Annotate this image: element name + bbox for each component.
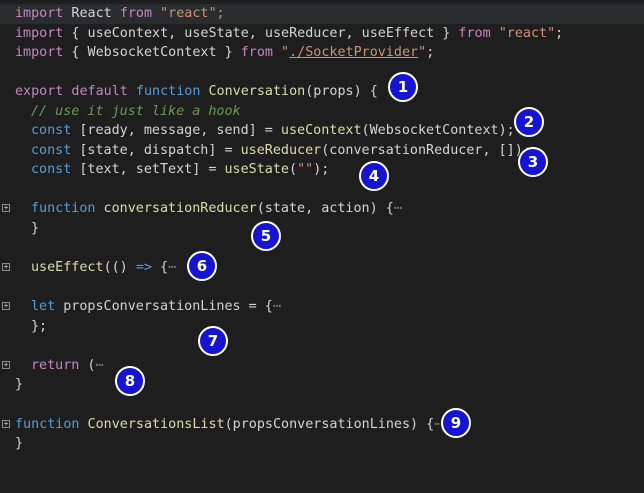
code-line-16: + let propsConversationLines = {⋯	[2, 299, 281, 314]
callout-badge-9: 9	[441, 408, 471, 438]
code-line-20: }	[15, 377, 24, 392]
callout-badge-7: 7	[198, 326, 228, 356]
fold-expand-icon[interactable]: +	[2, 262, 10, 271]
callout-badge-4: 4	[359, 161, 389, 191]
callout-badge-8: 8	[115, 366, 145, 396]
code-line-5: export default function Conversation(pro…	[15, 84, 378, 99]
callout-badge-1: 1	[388, 72, 418, 102]
callout-badge-5: 5	[251, 221, 281, 251]
code-line-17: };	[31, 318, 48, 334]
code-line-11: + function conversationReducer(state, ac…	[2, 201, 402, 216]
code-line-14: + useEffect(() => {⋯	[2, 259, 177, 275]
code-line-7: const [ready, message, send] = useContex…	[31, 123, 515, 138]
code-line-12: }	[31, 220, 40, 236]
callout-badge-6: 6	[187, 251, 217, 281]
code-line-1: import React from "react";	[0, 4, 644, 24]
fold-expand-icon[interactable]: +	[2, 419, 10, 428]
code-line-23: }	[15, 436, 24, 451]
callout-badge-2: 2	[514, 107, 544, 137]
code-line-19: + return (⋯	[2, 357, 104, 373]
fold-expand-icon[interactable]: +	[2, 360, 10, 369]
code-editor[interactable]: import React from "react"; import { useC…	[0, 0, 644, 465]
fold-expand-icon[interactable]: +	[2, 302, 10, 310]
code-line-6: // use it just like a hook	[31, 103, 241, 119]
code-line-22: + function ConversationsList(propsConver…	[2, 416, 443, 432]
callout-badge-3: 3	[518, 147, 548, 177]
code-line-3: import { WebsocketContext } from "./Sock…	[15, 45, 435, 60]
code-line-2: import { useContext, useState, useReduce…	[15, 25, 564, 41]
fold-expand-icon[interactable]: +	[2, 204, 10, 212]
